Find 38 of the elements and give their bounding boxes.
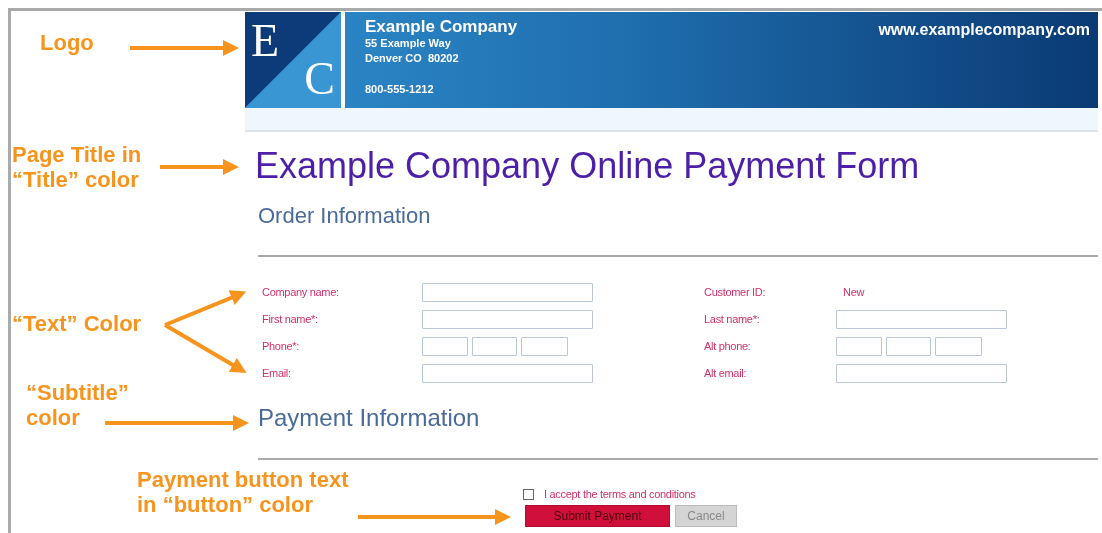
annotation-label: “Text” Color xyxy=(12,311,142,337)
input-field[interactable] xyxy=(472,337,517,356)
input-field[interactable] xyxy=(422,337,468,356)
input-field[interactable] xyxy=(422,310,593,329)
field-label: First name*: xyxy=(262,312,319,328)
website-address: www.examplecompany.com xyxy=(878,20,1091,40)
section-title: Order Information xyxy=(258,203,432,229)
input-field[interactable] xyxy=(422,364,593,383)
terms-checkbox[interactable] xyxy=(523,488,534,500)
input-field[interactable] xyxy=(886,337,931,356)
field-label: Alt phone: xyxy=(704,339,752,355)
field-value: New xyxy=(843,285,865,301)
submit-button[interactable]: Submit Payment xyxy=(525,505,670,527)
phone-number: 800-555-1212 xyxy=(365,82,435,97)
terms-label: I accept the terms and conditions xyxy=(544,486,696,502)
address-line: 55 Example Way xyxy=(365,36,452,51)
section-title: Payment Information xyxy=(258,404,481,432)
field-label: Phone*: xyxy=(262,339,301,355)
logo: E C xyxy=(245,12,341,108)
input-field[interactable] xyxy=(935,337,982,356)
annotation-label: Logo xyxy=(40,30,94,56)
cancel-button[interactable]: Cancel xyxy=(675,505,737,527)
annotation-label: Page Title in “Title” color xyxy=(12,142,142,193)
address-line: Denver CO 80202 xyxy=(365,51,460,66)
field-label: Last name*: xyxy=(704,312,761,328)
field-label: Company name: xyxy=(262,285,340,301)
input-field[interactable] xyxy=(521,337,568,356)
field-label: Customer ID: xyxy=(704,285,767,301)
field-label: Alt email: xyxy=(704,366,748,382)
annotation-label: Payment button text in “button” color xyxy=(137,467,349,518)
company-name: Example Company xyxy=(365,18,519,36)
input-field[interactable] xyxy=(836,364,1007,383)
input-field[interactable] xyxy=(836,337,882,356)
field-label: Email: xyxy=(262,366,292,382)
input-field[interactable] xyxy=(422,283,593,302)
page-title: Example Company Online Payment Form xyxy=(255,144,921,187)
input-field[interactable] xyxy=(836,310,1007,329)
annotation-label: “Subtitle” color xyxy=(26,380,129,431)
